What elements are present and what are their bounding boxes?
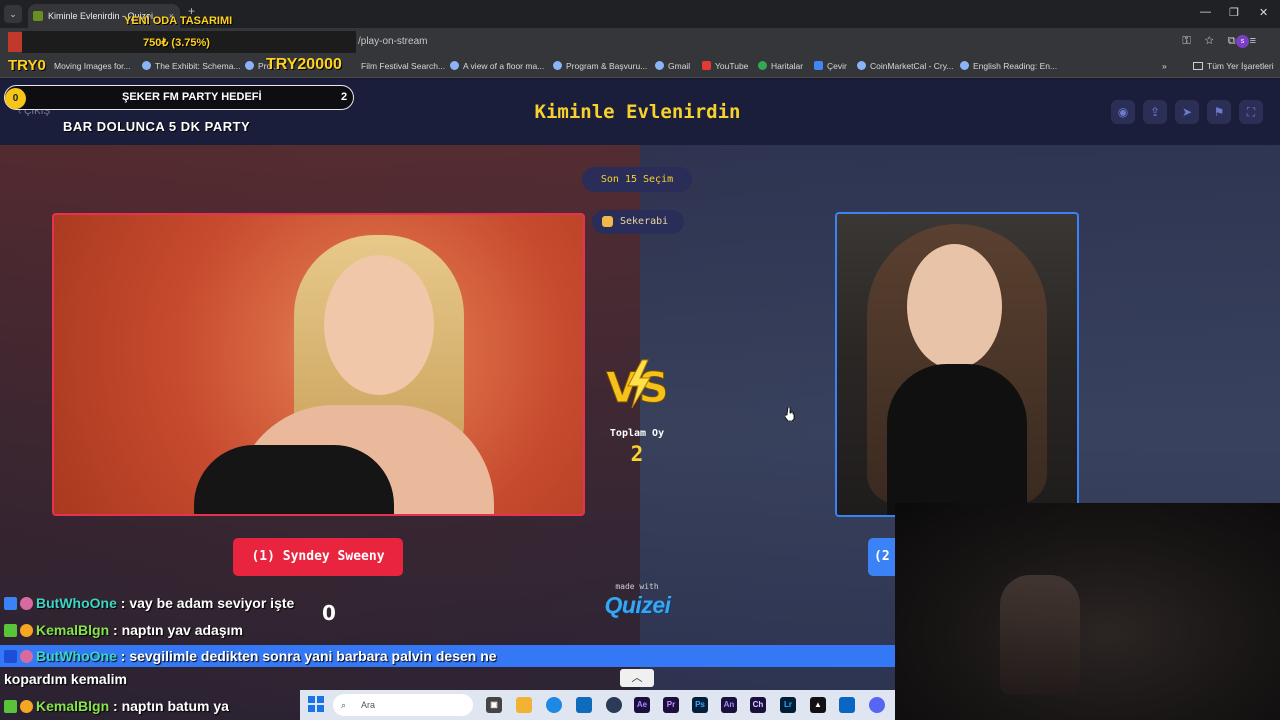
badge-icon [4, 624, 17, 637]
badge-icon [20, 597, 33, 610]
profile-avatar[interactable]: s [1236, 35, 1249, 48]
more-bookmarks-icon[interactable]: » [1162, 61, 1167, 71]
vs-icon: VS [606, 359, 669, 410]
chat-message: ButWhoOne : vay be adam seviyor işte [4, 595, 294, 611]
store-icon[interactable] [576, 697, 592, 713]
user-icon [602, 216, 613, 227]
minimize-button[interactable]: — [1200, 6, 1211, 18]
globe-icon [655, 61, 664, 70]
choice-card-right[interactable] [835, 212, 1079, 517]
dress-shape [194, 445, 394, 514]
quizei-logo[interactable]: Quizei [590, 592, 685, 619]
flag-icon[interactable]: ⚑ [1207, 100, 1231, 124]
username: Sekerabi [620, 216, 669, 227]
party-goal-count: 2 [341, 91, 348, 103]
maximize-button[interactable]: ❐ [1229, 6, 1239, 19]
fullscreen-icon[interactable]: ⛶ [1239, 100, 1263, 124]
quizei-favicon-icon [33, 11, 43, 21]
tab-search-button[interactable]: ⌄ [4, 5, 22, 23]
goal-max-label: TRY20000 [266, 56, 342, 73]
file-explorer-icon[interactable] [516, 697, 532, 713]
face-shape [324, 255, 434, 395]
bookmark-item[interactable]: Film Festival Search... [361, 61, 445, 71]
badge-icon [20, 700, 33, 713]
last-choices-button[interactable]: Son 15 Seçim [582, 167, 692, 192]
goal-progress-text: 750₺ (3.75%) [143, 37, 210, 49]
face-shape [907, 244, 1002, 369]
party-goal-label: ŞEKER FM PARTY HEDEFİ [122, 91, 262, 103]
globe-icon [553, 61, 562, 70]
party-count-badge: 0 [5, 88, 26, 109]
edge-icon[interactable] [546, 697, 562, 713]
map-pin-icon [758, 61, 767, 70]
bookmark-item[interactable]: Program & Başvuru... [553, 61, 647, 71]
total-votes-label: Toplam Oy [609, 428, 665, 439]
character-animator-icon[interactable]: Ch [750, 697, 766, 713]
photoshop-icon[interactable]: Ps [692, 697, 708, 713]
made-with-label: made with [615, 582, 659, 591]
party-goal-subtitle: BAR DOLUNCA 5 DK PARTY [63, 119, 251, 134]
windows-start-icon[interactable] [308, 696, 324, 712]
chevron-up-icon[interactable]: ︿ [620, 669, 654, 687]
globe-icon [857, 61, 866, 70]
badge-icon [4, 650, 17, 663]
discord-icon[interactable] [869, 697, 885, 713]
dress-shape [887, 364, 1027, 515]
app-icon[interactable]: ▲ [810, 697, 826, 713]
chat-message-continuation: kopardım kemalim [4, 671, 127, 687]
animate-icon[interactable]: An [721, 697, 737, 713]
badge-icon [20, 650, 33, 663]
choice-right-button[interactable]: (2 [868, 538, 898, 576]
all-bookmarks[interactable]: Tüm Yer İşaretleri [1193, 61, 1274, 71]
page-title: Kiminle Evlenirdin [534, 101, 741, 123]
eye-icon[interactable]: ◉ [1111, 100, 1135, 124]
app-icon[interactable] [606, 697, 622, 713]
chat-message: KemalBlgn : naptın yav adaşım [4, 622, 243, 638]
url-text[interactable]: /play-on-stream [358, 36, 427, 47]
bookmark-maps[interactable]: Haritalar [758, 61, 803, 71]
bookmark-item[interactable]: A view of a floor ma... [450, 61, 544, 71]
globe-icon [142, 61, 151, 70]
bookmark-item[interactable]: CoinMarketCal - Cry... [857, 61, 953, 71]
room-title: YENİ ODA TASARIMI [124, 15, 233, 27]
send-icon[interactable]: ➤ [1175, 100, 1199, 124]
bookmark-translate[interactable]: Çevir [814, 61, 847, 71]
goal-bar-fill [8, 32, 22, 52]
webcam-figure [1000, 575, 1080, 695]
premiere-icon[interactable]: Pr [663, 697, 679, 713]
bookmark-item[interactable]: Moving Images for... [54, 61, 131, 71]
after-effects-icon[interactable]: Ae [634, 697, 650, 713]
webcam-overlay [895, 503, 1280, 720]
globe-icon [245, 61, 254, 70]
translate-icon [814, 61, 823, 70]
badge-icon [4, 597, 17, 610]
goal-min-label: TRY0 [8, 57, 46, 74]
lightroom-icon[interactable]: Lr [780, 697, 796, 713]
choice-left-button[interactable]: (1) Syndey Sweeny [233, 538, 403, 576]
badge-icon [20, 624, 33, 637]
total-votes-count: 2 [630, 442, 644, 466]
outlook-icon[interactable] [839, 697, 855, 713]
user-chip: Sekerabi [592, 210, 684, 234]
youtube-icon [702, 61, 711, 70]
search-icon: ⌕ [341, 700, 347, 710]
chat-message: KemalBlgn : naptın batum ya [4, 698, 229, 714]
bookmark-gmail[interactable]: Gmail [655, 61, 690, 71]
share-icon[interactable]: ⇪ [1143, 100, 1167, 124]
globe-icon [960, 61, 969, 70]
chat-message: ButWhoOne : sevgilimle dedikten sonra ya… [4, 648, 497, 664]
bookmark-youtube[interactable]: YouTube [702, 61, 748, 71]
taskbar-search[interactable]: ⌕ Ara [333, 694, 473, 716]
bookmark-item[interactable]: The Exhibit: Schema... [142, 61, 241, 71]
toolbar-icons[interactable]: ⚿☆⧉≡ [1182, 35, 1270, 48]
folder-icon [1193, 62, 1203, 70]
hand-cursor-icon [785, 407, 795, 421]
bookmark-item[interactable]: English Reading: En... [960, 61, 1057, 71]
close-window-button[interactable]: ✕ [1259, 6, 1268, 19]
choice-card-left[interactable] [52, 213, 585, 516]
task-view-icon[interactable]: ▣ [486, 697, 502, 713]
badge-icon [4, 700, 17, 713]
globe-icon [450, 61, 459, 70]
counter-text: 0 [322, 601, 336, 625]
